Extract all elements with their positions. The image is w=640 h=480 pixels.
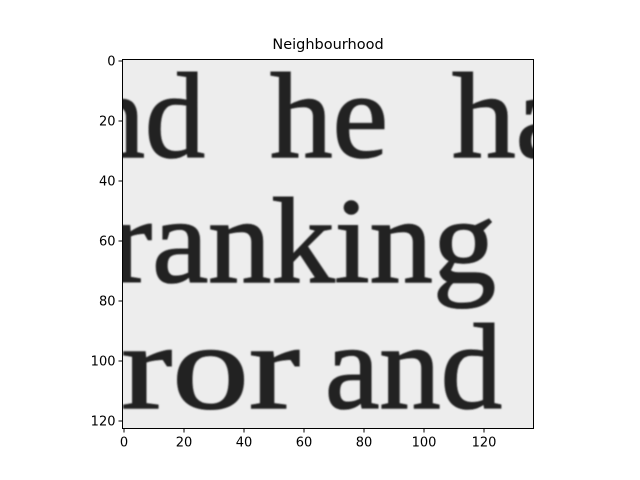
figure: Neighbourhood nd he ha ranking rror and … <box>91 37 572 451</box>
chart-title: Neighbourhood <box>272 37 383 53</box>
image-plot: nd he ha ranking rror and <box>110 49 572 435</box>
y-tick-label: 80 <box>99 295 116 310</box>
x-tick-label: 40 <box>236 436 253 451</box>
x-tick-label: 0 <box>120 436 128 451</box>
x-tick-label: 120 <box>472 436 497 451</box>
y-tick-label: 120 <box>91 415 116 430</box>
x-tick-label: 60 <box>296 436 313 451</box>
x-tick-label: 80 <box>356 436 373 451</box>
y-axis: 0 20 40 60 80 100 120 <box>91 55 123 430</box>
image-word: and <box>325 300 502 435</box>
image-word: he <box>270 49 388 184</box>
image-word: ranking <box>110 174 496 309</box>
x-tick-label: 20 <box>176 436 193 451</box>
image-word: ha <box>452 49 572 184</box>
y-tick-label: 100 <box>91 355 116 370</box>
y-tick-label: 40 <box>99 175 116 190</box>
x-tick-label: 100 <box>412 436 437 451</box>
y-tick-label: 0 <box>107 55 115 70</box>
y-tick-label: 60 <box>99 235 116 250</box>
y-tick-label: 20 <box>99 115 116 130</box>
x-axis: 0 20 40 60 80 100 120 <box>120 428 497 451</box>
